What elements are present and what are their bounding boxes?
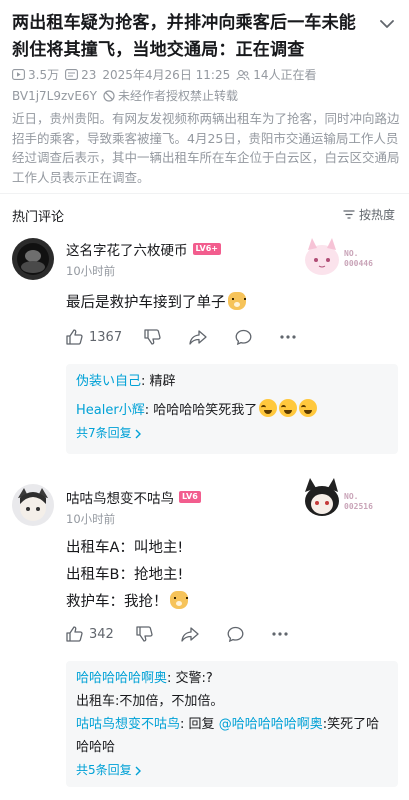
thumbs-up-icon: [66, 626, 83, 642]
view-count: 3.5万: [12, 66, 59, 83]
comment-bubble-icon: [227, 626, 244, 642]
reply-item: 出租车:不加倍，不加倍。: [76, 694, 224, 709]
more-icon: [280, 335, 296, 339]
chevron-right-icon: [135, 429, 141, 438]
share-button[interactable]: [181, 626, 205, 642]
comment-bubble-icon: [235, 329, 252, 345]
reply-list: 伪装い自己: 精辟 Healer小辉: 哈哈哈哈笑死我了 共7条回复: [66, 364, 398, 454]
share-button[interactable]: [189, 329, 213, 345]
reply-item: 伪装い自己: 精辟: [76, 374, 176, 389]
avatar[interactable]: [12, 238, 54, 280]
video-title: 两出租车疑为抢客，并排冲向乘客后一车未能刹住将其撞飞，当地交通局：正在调查: [12, 13, 356, 60]
forbidden-icon: [103, 89, 115, 102]
divider: [0, 193, 409, 194]
sort-icon: [343, 210, 355, 219]
repost-notice: 未经作者授权禁止转载: [103, 87, 238, 104]
video-id-row: BV1j7L9zvE6Y 未经作者授权禁止转载: [12, 87, 244, 104]
people-icon: [236, 69, 250, 80]
laugh-cry-emoji-icon: [299, 399, 318, 417]
reply-button[interactable]: [235, 329, 258, 345]
play-icon: [12, 69, 25, 80]
comment-username[interactable]: 这名字花了六枚硬币 LV6+: [66, 239, 221, 259]
reply-item: 咕咕鸟想变不咕鸟: 回复 @哈哈哈哈哈啊奥:笑死了哈哈哈哈: [76, 717, 380, 755]
comment-actions: 342: [66, 626, 316, 642]
laugh-cry-emoji-icon: [259, 399, 278, 417]
watching-count: 14人正在看: [236, 66, 317, 83]
reply-username[interactable]: Healer小辉: [76, 403, 145, 418]
comment-count: 23: [65, 68, 96, 82]
doge-emoji-icon: [227, 292, 246, 310]
view-more-replies-link[interactable]: 共7条回复: [76, 422, 142, 445]
level-badge: LV6: [179, 491, 201, 503]
reply-username[interactable]: 伪装い自己: [76, 374, 141, 389]
sort-button[interactable]: 按热度: [343, 206, 395, 223]
laugh-cry-emoji-icon: [279, 399, 298, 417]
more-options-button[interactable]: [280, 335, 302, 339]
like-button[interactable]: 1367: [66, 329, 122, 345]
comment-text: 出租车A：叫地主! 出租车B：抢地主! 救护车：我抢！: [66, 535, 188, 616]
share-icon: [189, 329, 207, 345]
comment-text: 最后是救护车接到了单子: [66, 291, 246, 316]
thumbs-up-icon: [66, 329, 83, 345]
mention-link[interactable]: @哈哈哈哈哈啊奥: [219, 717, 323, 732]
more-icon: [272, 632, 288, 636]
reply-item: 哈哈哈哈哈啊奥: 交警:?: [76, 671, 213, 686]
video-description: 近日，贵州贵阳。有网友发视频称两辆出租车为了抢客，同时冲向路边招手的乘客，导致乘…: [12, 111, 400, 185]
video-header: 两出租车疑为抢客，并排冲向乘客后一车未能刹住将其撞飞，当地交通局：正在调查: [12, 10, 372, 64]
danmaku-icon: [65, 69, 79, 80]
like-button[interactable]: 342: [66, 626, 114, 642]
comments-title: 热门评论: [12, 210, 65, 225]
level-badge: LV6+: [192, 243, 221, 255]
chevron-down-icon[interactable]: [377, 14, 397, 34]
reply-username[interactable]: 咕咕鸟想变不咕鸟: [76, 717, 180, 732]
share-icon: [181, 626, 199, 642]
bvid[interactable]: BV1j7L9zvE6Y: [12, 89, 97, 103]
chevron-right-icon: [135, 766, 141, 775]
comment-username[interactable]: 咕咕鸟想变不咕鸟 LV6: [66, 487, 201, 507]
fan-badge-number: NO. 002516: [344, 492, 373, 511]
reply-item: Healer小辉: 哈哈哈哈笑死我了: [76, 399, 388, 422]
avatar[interactable]: [12, 484, 54, 526]
doge-emoji-icon: [169, 591, 188, 609]
dislike-button[interactable]: [136, 626, 159, 642]
reply-button[interactable]: [227, 626, 250, 642]
comment-time: 10小时前: [66, 512, 116, 526]
thumbs-down-icon: [144, 329, 161, 345]
comment-actions: 1367: [66, 329, 324, 345]
more-options-button[interactable]: [272, 632, 294, 636]
fan-badge-number: NO. 000446: [344, 249, 373, 268]
publish-datetime: 2025年4月26日 11:25: [102, 68, 231, 82]
comment-time: 10小时前: [66, 264, 116, 278]
reply-list: 哈哈哈哈哈啊奥: 交警:? 出租车:不加倍，不加倍。 咕咕鸟想变不咕鸟: 回复 …: [66, 661, 398, 787]
video-stats: 3.5万 23 2025年4月26日 11:25 14人正在看: [12, 66, 323, 83]
reply-username[interactable]: 哈哈哈哈哈啊奥: [76, 671, 167, 686]
dislike-button[interactable]: [144, 329, 167, 345]
view-more-replies-link[interactable]: 共5条回复: [76, 759, 142, 782]
thumbs-down-icon: [136, 626, 153, 642]
